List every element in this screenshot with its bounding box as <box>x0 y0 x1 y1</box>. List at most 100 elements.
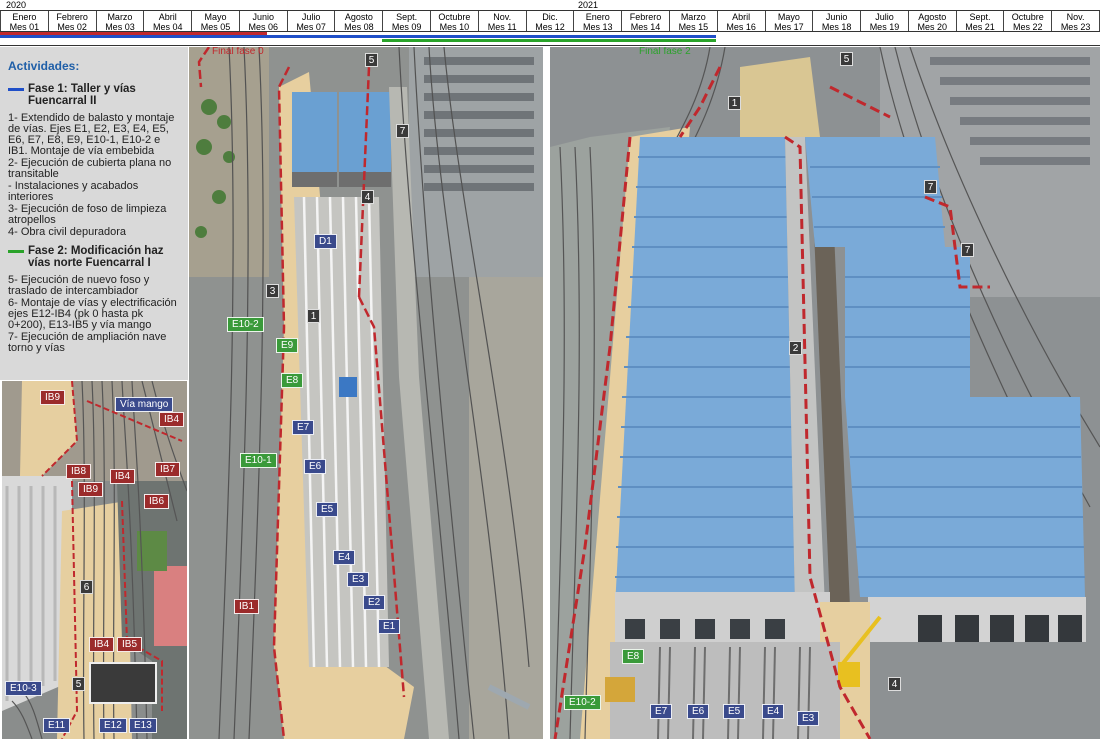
month-number: Mes 18 <box>821 22 852 32</box>
month-cell: Agosto Mes 20 <box>909 11 957 32</box>
month-number: Mes 16 <box>726 22 756 32</box>
month-number: Mes 21 <box>965 22 995 32</box>
right-aerial-view: Final fase 2 5 1 7 7 2 4 E8 E10-2 E7 E6 … <box>550 47 1100 739</box>
marker-6: 6 <box>80 580 93 594</box>
tag-e3: E3 <box>347 572 370 587</box>
month-cell: Febrero Mes 14 <box>622 11 670 32</box>
activity-item: - Instalaciones y acabados interiores <box>8 180 139 203</box>
inset-aerial-view: IB9 Vía mango IB4 IB8 IB4 IB7 IB9 IB6 6 … <box>2 381 187 739</box>
activity-item: 4- Obra civil depuradora <box>8 226 127 238</box>
tag-d1: D1 <box>314 234 337 249</box>
activities-legend: Actividades: Fase 1: Taller y vías Fuenc… <box>0 47 188 380</box>
tag-e4: E4 <box>333 550 356 565</box>
phase-1-heading: Fase 1: Taller y vías Fuencarral II <box>8 83 181 107</box>
marker-7: 7 <box>396 124 409 138</box>
month-cell: Enero Mes 13 <box>574 11 623 32</box>
month-cell: Julio Mes 07 <box>288 11 336 32</box>
month-cell: Marzo Mes 03 <box>97 11 145 32</box>
marker-5: 5 <box>365 53 378 67</box>
tag-ib8: IB8 <box>66 464 92 479</box>
month-name: Enero <box>12 12 37 22</box>
month-cell: Junio Mes 06 <box>240 11 288 32</box>
month-number: Mes 03 <box>105 22 135 32</box>
month-cell: Octubre Mes 10 <box>431 11 479 32</box>
year-2020: 2020 <box>6 0 27 10</box>
month-cell: Sept. Mes 21 <box>957 11 1005 32</box>
month-number: Mes 23 <box>1060 22 1091 32</box>
tag-ib9-mid: IB9 <box>78 482 104 497</box>
month-number: Mes 04 <box>152 22 183 32</box>
month-name: Junio <box>252 12 275 22</box>
phase-1-title: Fase 1: Taller y vías Fuencarral II <box>28 83 136 107</box>
phase-2-items: 5- Ejecución de nuevo foso y traslado de… <box>8 275 181 354</box>
month-name: Agosto <box>918 12 947 22</box>
phase-bars <box>0 32 1100 46</box>
month-name: Febrero <box>56 12 88 22</box>
month-number: Mes 14 <box>630 22 661 32</box>
month-number: Mes 15 <box>678 22 709 32</box>
month-name: Abril <box>732 12 751 22</box>
tag-ib6: IB6 <box>144 494 170 509</box>
tag-e9: E9 <box>276 338 299 353</box>
tag-e6: E6 <box>687 704 710 719</box>
tag-e8: E8 <box>281 373 304 388</box>
tag-ib7: IB7 <box>155 462 181 477</box>
month-number: Mes 08 <box>344 22 374 32</box>
month-number: Mes 20 <box>917 22 947 32</box>
tag-via-mango: Vía mango <box>115 397 174 412</box>
month-name: Octubre <box>438 12 471 22</box>
middle-aerial-image <box>189 47 543 739</box>
month-number: Mes 05 <box>200 22 231 32</box>
tag-ib9-top: IB9 <box>40 390 66 405</box>
month-number: Mes 01 <box>9 22 40 32</box>
month-cell: Mayo Mes 05 <box>192 11 240 32</box>
month-name: Marzo <box>680 12 706 22</box>
month-cell: Mayo Mes 17 <box>766 11 814 32</box>
month-cell: Junio Mes 18 <box>813 11 862 32</box>
tag-e11: E11 <box>43 718 71 733</box>
month-number: Mes 06 <box>248 22 279 32</box>
tag-ib1: IB1 <box>234 599 260 614</box>
phase-1-block: Fase 1: Taller y vías Fuencarral II 1- E… <box>8 83 181 238</box>
month-name: Enero <box>585 12 610 22</box>
marker-1: 1 <box>307 309 320 323</box>
month-cell: Febrero Mes 02 <box>49 11 97 32</box>
month-cell: Enero Mes 01 <box>0 11 49 32</box>
month-name: Febrero <box>629 12 662 22</box>
month-number: Mes 12 <box>535 22 565 32</box>
phase-2-swatch <box>8 250 24 253</box>
marker-7: 7 <box>924 180 937 194</box>
marker-5: 5 <box>72 677 85 691</box>
month-number: Mes 10 <box>439 22 470 32</box>
phase-2-title: Fase 2: Modificación haz vías norte Fuen… <box>28 245 164 269</box>
month-name: Mayo <box>777 12 800 22</box>
tag-e5: E5 <box>316 502 339 517</box>
month-cell: Marzo Mes 15 <box>670 11 718 32</box>
activity-item: 3- Ejecución de foso de limpieza atropel… <box>8 203 167 226</box>
month-number: Mes 22 <box>1013 22 1043 32</box>
marker-2: 2 <box>789 341 802 355</box>
month-cell: Nov. Mes 23 <box>1052 11 1100 32</box>
month-number: Mes 17 <box>774 22 804 32</box>
bar-fase-1 <box>0 35 716 38</box>
bar-fase-2 <box>382 39 716 42</box>
activity-item: 7- Ejecución de ampliación nave torno y … <box>8 331 167 354</box>
phase-1-swatch <box>8 88 24 91</box>
marker-4: 4 <box>888 677 901 691</box>
tag-ib4-mid: IB4 <box>110 469 136 484</box>
marker-7: 7 <box>961 243 974 257</box>
tag-e4: E4 <box>762 704 785 719</box>
activity-item: 6- Montaje de vías y electrificación eje… <box>8 297 177 331</box>
marker-5: 5 <box>840 52 853 66</box>
month-cell: Octubre Mes 22 <box>1004 11 1053 32</box>
month-number: Mes 19 <box>869 22 900 32</box>
month-cell: Abril Mes 16 <box>718 11 766 32</box>
tag-e10-2: E10-2 <box>564 695 601 710</box>
phase-1-items: 1- Extendido de balasto y montaje de vía… <box>8 113 181 238</box>
tag-e13: E13 <box>129 718 157 733</box>
tag-e10-1: E10-1 <box>240 453 277 468</box>
month-name: Dic. <box>542 12 558 22</box>
month-name: Octubre <box>1011 12 1044 22</box>
month-name: Abril <box>158 12 177 22</box>
month-cell: Agosto Mes 08 <box>335 11 384 32</box>
